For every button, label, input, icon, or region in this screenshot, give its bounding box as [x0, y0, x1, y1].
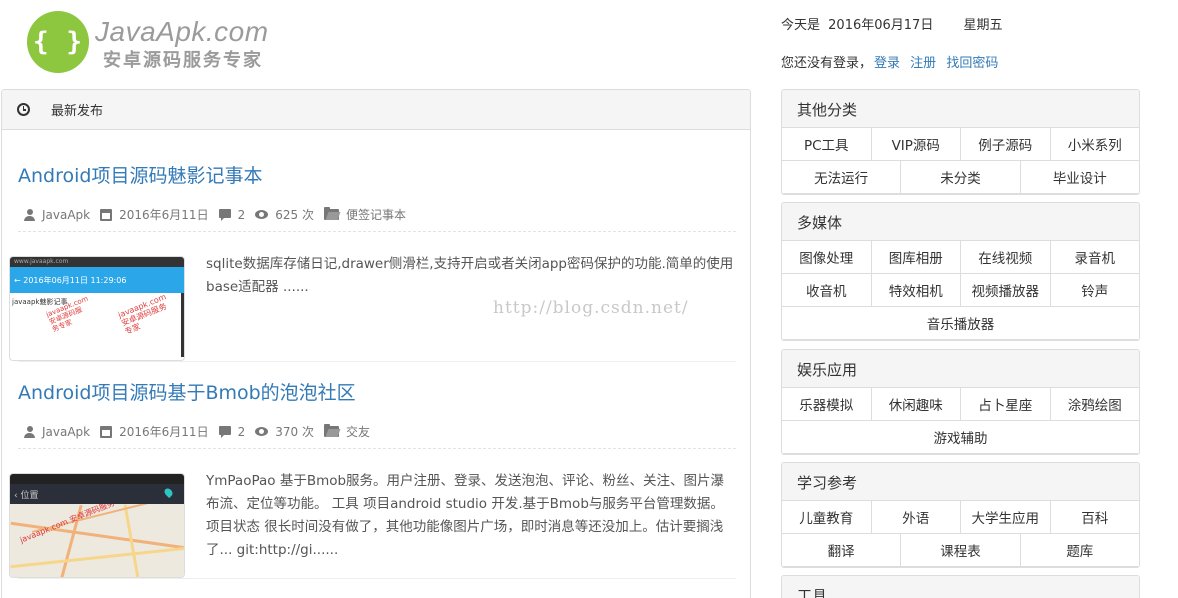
- category-link[interactable]: 在线视频: [960, 240, 1051, 274]
- post-meta: JavaApk 2016年6月11日 2 625 次 便签记事本: [24, 206, 416, 223]
- category-link[interactable]: 例子源码: [960, 127, 1051, 161]
- category-link[interactable]: 大学生应用: [960, 500, 1051, 534]
- post-title[interactable]: Android项目源码魅影记事本: [18, 161, 262, 188]
- thumb-title-bar: ← 2016年06月11日 11:29:06: [10, 267, 184, 293]
- category-link[interactable]: 图库相册: [870, 240, 961, 274]
- logo-name: JavaApk.com: [95, 16, 269, 47]
- category-link[interactable]: 小米系列: [1049, 127, 1139, 161]
- date-line: 今天是 2016年06月17日 星期五: [781, 14, 1006, 33]
- post-title[interactable]: Android项目源码基于Bmob的泡泡社区: [18, 378, 356, 405]
- post-category[interactable]: 交友: [346, 423, 370, 440]
- divider: [18, 578, 736, 579]
- category-link[interactable]: 占卜星座: [960, 387, 1051, 421]
- logo-slogan: 安卓源码服务专家: [103, 50, 263, 71]
- category-link[interactable]: 未分类: [900, 160, 1021, 194]
- panel-title: 工具: [782, 576, 1139, 598]
- category-link[interactable]: 无法运行: [782, 160, 902, 194]
- thumb-status-bar: www.javaapk.com: [10, 257, 184, 267]
- folder-icon: [323, 207, 339, 220]
- category-link[interactable]: 铃声: [1049, 273, 1139, 307]
- divider: [18, 231, 736, 232]
- calendar-icon: [100, 208, 113, 221]
- category-link[interactable]: 外语: [870, 500, 961, 534]
- panel-title: 多媒体: [782, 203, 1139, 241]
- location-pin-icon: [162, 486, 175, 499]
- category-link[interactable]: 题库: [1019, 533, 1139, 567]
- user-icon: [24, 425, 35, 438]
- calendar-icon: [100, 425, 113, 438]
- clock-icon: [17, 103, 30, 116]
- post-date: 2016年6月11日: [119, 425, 209, 439]
- divider: [18, 361, 736, 362]
- category-link[interactable]: 儿童教育: [782, 500, 872, 534]
- post-views: 370 次: [275, 425, 314, 439]
- category-link[interactable]: 视频播放器: [960, 273, 1051, 307]
- map-preview: javaapk.com 安卓源码服务专家: [10, 504, 184, 577]
- latest-posts-panel: 最新发布 Android项目源码魅影记事本 JavaApk 2016年6月11日…: [1, 89, 751, 598]
- category-link[interactable]: 涂鸦绘图: [1049, 387, 1139, 421]
- post-views: 625 次: [275, 208, 314, 222]
- post-category[interactable]: 便签记事本: [346, 206, 406, 223]
- post-author[interactable]: JavaApk: [42, 425, 90, 439]
- category-link[interactable]: 图像处理: [782, 240, 872, 274]
- category-panel-entertainment: 娱乐应用 乐器模拟 休闲趣味 占卜星座 涂鸦绘图 游戏辅助: [781, 349, 1140, 455]
- panel-heading: 最新发布: [2, 90, 750, 130]
- category-link[interactable]: 休闲趣味: [870, 387, 961, 421]
- thumb-nav-bar: ‹ 位置: [10, 484, 184, 504]
- panel-title: 其他分类: [782, 90, 1139, 128]
- thumb-nav-title: ‹ 位置: [14, 491, 39, 501]
- login-status: 您还没有登录， 登录 注册 找回密码: [781, 52, 1002, 71]
- comment-icon: [218, 209, 231, 221]
- user-icon: [24, 208, 35, 221]
- login-text: 您还没有登录，: [781, 56, 873, 71]
- eye-icon: [255, 210, 269, 219]
- post-meta: JavaApk 2016年6月11日 2 370 次 交友: [24, 423, 380, 440]
- category-panel-tools: 工具: [781, 575, 1140, 598]
- category-link[interactable]: 乐器模拟: [782, 387, 872, 421]
- thumb-watermark: javaapk.com 安卓源码服务专家: [116, 292, 169, 337]
- panel-title: 娱乐应用: [782, 350, 1139, 388]
- category-panel-multimedia: 多媒体 图像处理 图库相册 在线视频 录音机 收音机 特效相机 视频播放器 铃声…: [781, 202, 1140, 341]
- category-link[interactable]: 音乐播放器: [782, 306, 1139, 340]
- post-comments[interactable]: 2: [238, 208, 246, 222]
- register-link[interactable]: 注册: [910, 56, 936, 71]
- category-link[interactable]: 毕业设计: [1019, 160, 1139, 194]
- post-thumbnail[interactable]: ‹ 位置 javaapk.com 安卓源码服务专家: [9, 473, 185, 578]
- eye-icon: [255, 427, 269, 436]
- post-thumbnail[interactable]: www.javaapk.com ← 2016年06月11日 11:29:06 j…: [9, 256, 185, 361]
- recover-password-link[interactable]: 找回密码: [946, 56, 998, 71]
- post-excerpt: YmPaoPao 基于Bmob服务。用户注册、登录、发送泡泡、评论、粉丝、关注、…: [206, 473, 725, 558]
- post-excerpt: sqlite数据库存储日记,drawer侧滑栏,支持开启或者关闭app密码保护的…: [206, 256, 734, 295]
- current-date: 2016年06月17日: [828, 18, 934, 33]
- post-author[interactable]: JavaApk: [42, 208, 90, 222]
- category-link[interactable]: 翻译: [782, 533, 902, 567]
- panel-title: 学习参考: [782, 463, 1139, 501]
- category-link[interactable]: 特效相机: [870, 273, 961, 307]
- login-link[interactable]: 登录: [874, 56, 900, 71]
- category-link[interactable]: VIP源码: [870, 127, 961, 161]
- category-link[interactable]: 百科: [1049, 500, 1139, 534]
- panel-heading-label: 最新发布: [51, 104, 104, 119]
- page-watermark: http://blog.csdn.net/: [493, 298, 689, 318]
- category-link[interactable]: 课程表: [900, 533, 1021, 567]
- comment-icon: [218, 426, 231, 438]
- weekday: 星期五: [963, 18, 1003, 33]
- site-logo[interactable]: { } JavaApk.com 安卓源码服务专家: [27, 10, 277, 74]
- category-link[interactable]: 收音机: [782, 273, 872, 307]
- post-date: 2016年6月11日: [119, 208, 209, 222]
- folder-icon: [323, 424, 339, 437]
- date-prefix: 今天是: [781, 18, 821, 33]
- category-panel-learning: 学习参考 儿童教育 外语 大学生应用 百科 翻译 课程表 题库: [781, 462, 1140, 568]
- category-link[interactable]: 录音机: [1049, 240, 1139, 274]
- divider: [18, 448, 736, 449]
- category-link[interactable]: 游戏辅助: [782, 420, 1139, 454]
- category-panel-other: 其他分类 PC工具 VIP源码 例子源码 小米系列 无法运行 未分类 毕业设计: [781, 89, 1140, 195]
- post-comments[interactable]: 2: [238, 425, 246, 439]
- category-link[interactable]: PC工具: [782, 127, 872, 161]
- logo-braces-icon: { }: [27, 11, 89, 73]
